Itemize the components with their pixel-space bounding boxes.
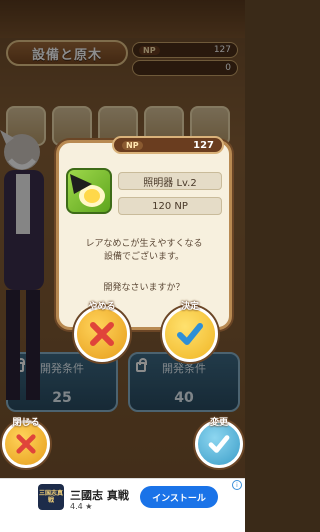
cancel-button[interactable]: やめる [74, 302, 130, 362]
confirm-label: 決定 [180, 302, 199, 312]
change-label: 変更 [209, 418, 228, 428]
ad-info-icon[interactable]: i [232, 480, 242, 490]
description-line: レアなめこが生えやすくなる [85, 239, 203, 249]
check-icon [177, 323, 203, 345]
item-cost: 120 NP [118, 197, 222, 215]
close-label: 閉じる [12, 418, 40, 428]
modal-np-label: NP [122, 140, 143, 150]
confirm-question: 開発なさいますか？ [103, 283, 185, 293]
ad-install-button[interactable]: インストール [140, 486, 218, 508]
confirm-button[interactable]: 決定 [162, 302, 218, 362]
ad-app-logo[interactable]: 三国志真戦 [38, 484, 64, 510]
ad-app-title[interactable]: 三國志 真戦 [70, 487, 129, 503]
description-line: 設備でございます。 [103, 252, 185, 262]
check-icon [208, 435, 230, 453]
item-description: レアなめこが生えやすくなる 設備でございます。 [62, 238, 226, 264]
modal-np-counter: NP 127 [112, 136, 224, 154]
ad-app-rating: 4.4 ★ [70, 502, 93, 511]
close-icon [16, 434, 36, 454]
item-name: 照明器 Lv.2 [118, 172, 222, 190]
change-button[interactable]: 変更 [195, 418, 243, 468]
modal-np-value: 127 [193, 139, 214, 151]
lamp-icon-graphic [70, 174, 105, 207]
close-icon [90, 322, 114, 346]
cancel-label: やめる [88, 302, 116, 312]
lamp-icon [66, 168, 112, 214]
close-button[interactable]: 閉じる [2, 418, 50, 468]
